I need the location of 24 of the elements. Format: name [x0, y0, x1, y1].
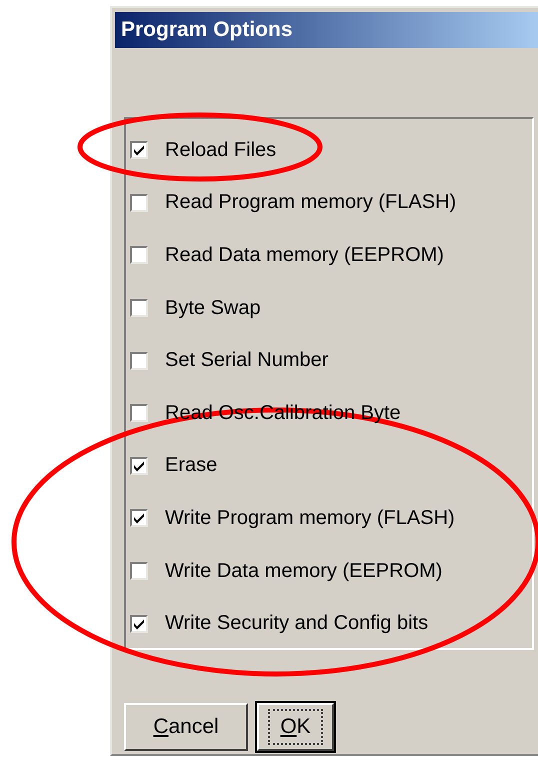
option-label[interactable]: Write Data memory (EEPROM)	[165, 560, 442, 583]
option-label[interactable]: Read Program memory (FLASH)	[165, 191, 456, 214]
ok-button[interactable]: OK	[257, 703, 334, 751]
check-icon	[132, 143, 146, 158]
checkbox[interactable]	[130, 246, 148, 264]
option-label[interactable]: Write Security and Config bits	[165, 612, 428, 636]
window-title: Program Options	[121, 18, 293, 42]
checkbox[interactable]	[130, 352, 148, 370]
checkbox[interactable]	[130, 299, 148, 318]
checkbox[interactable]	[130, 194, 148, 212]
option-label[interactable]: Reload Files	[165, 138, 276, 162]
option-label[interactable]: Write Program memory (FLASH)	[165, 506, 455, 530]
cancel-button[interactable]: Cancel	[124, 703, 248, 751]
checkbox[interactable]	[130, 456, 148, 475]
option-label[interactable]: Set Serial Number	[165, 349, 328, 372]
option-label[interactable]: Erase	[165, 454, 218, 478]
checkbox[interactable]	[130, 562, 148, 580]
check-icon	[132, 511, 146, 526]
option-label[interactable]: Byte Swap	[165, 296, 261, 320]
checkbox[interactable]	[130, 141, 148, 160]
option-label[interactable]: Read Data memory (EEPROM)	[165, 244, 444, 267]
checkbox[interactable]	[130, 614, 148, 633]
checkbox[interactable]	[130, 404, 148, 422]
checkbox[interactable]	[130, 509, 148, 528]
